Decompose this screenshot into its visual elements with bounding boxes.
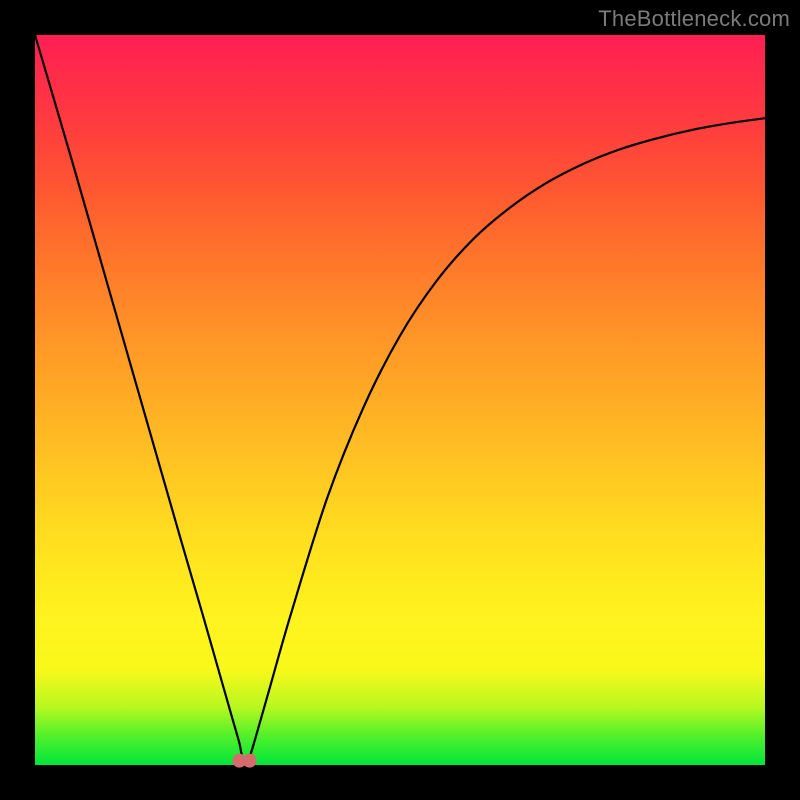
bottleneck-curve <box>35 35 765 766</box>
plot-area <box>35 35 765 765</box>
optimum-dot-2 <box>243 754 257 768</box>
chart-frame: TheBottleneck.com <box>0 0 800 800</box>
curve-svg <box>35 35 765 765</box>
watermark-text: TheBottleneck.com <box>598 6 790 32</box>
